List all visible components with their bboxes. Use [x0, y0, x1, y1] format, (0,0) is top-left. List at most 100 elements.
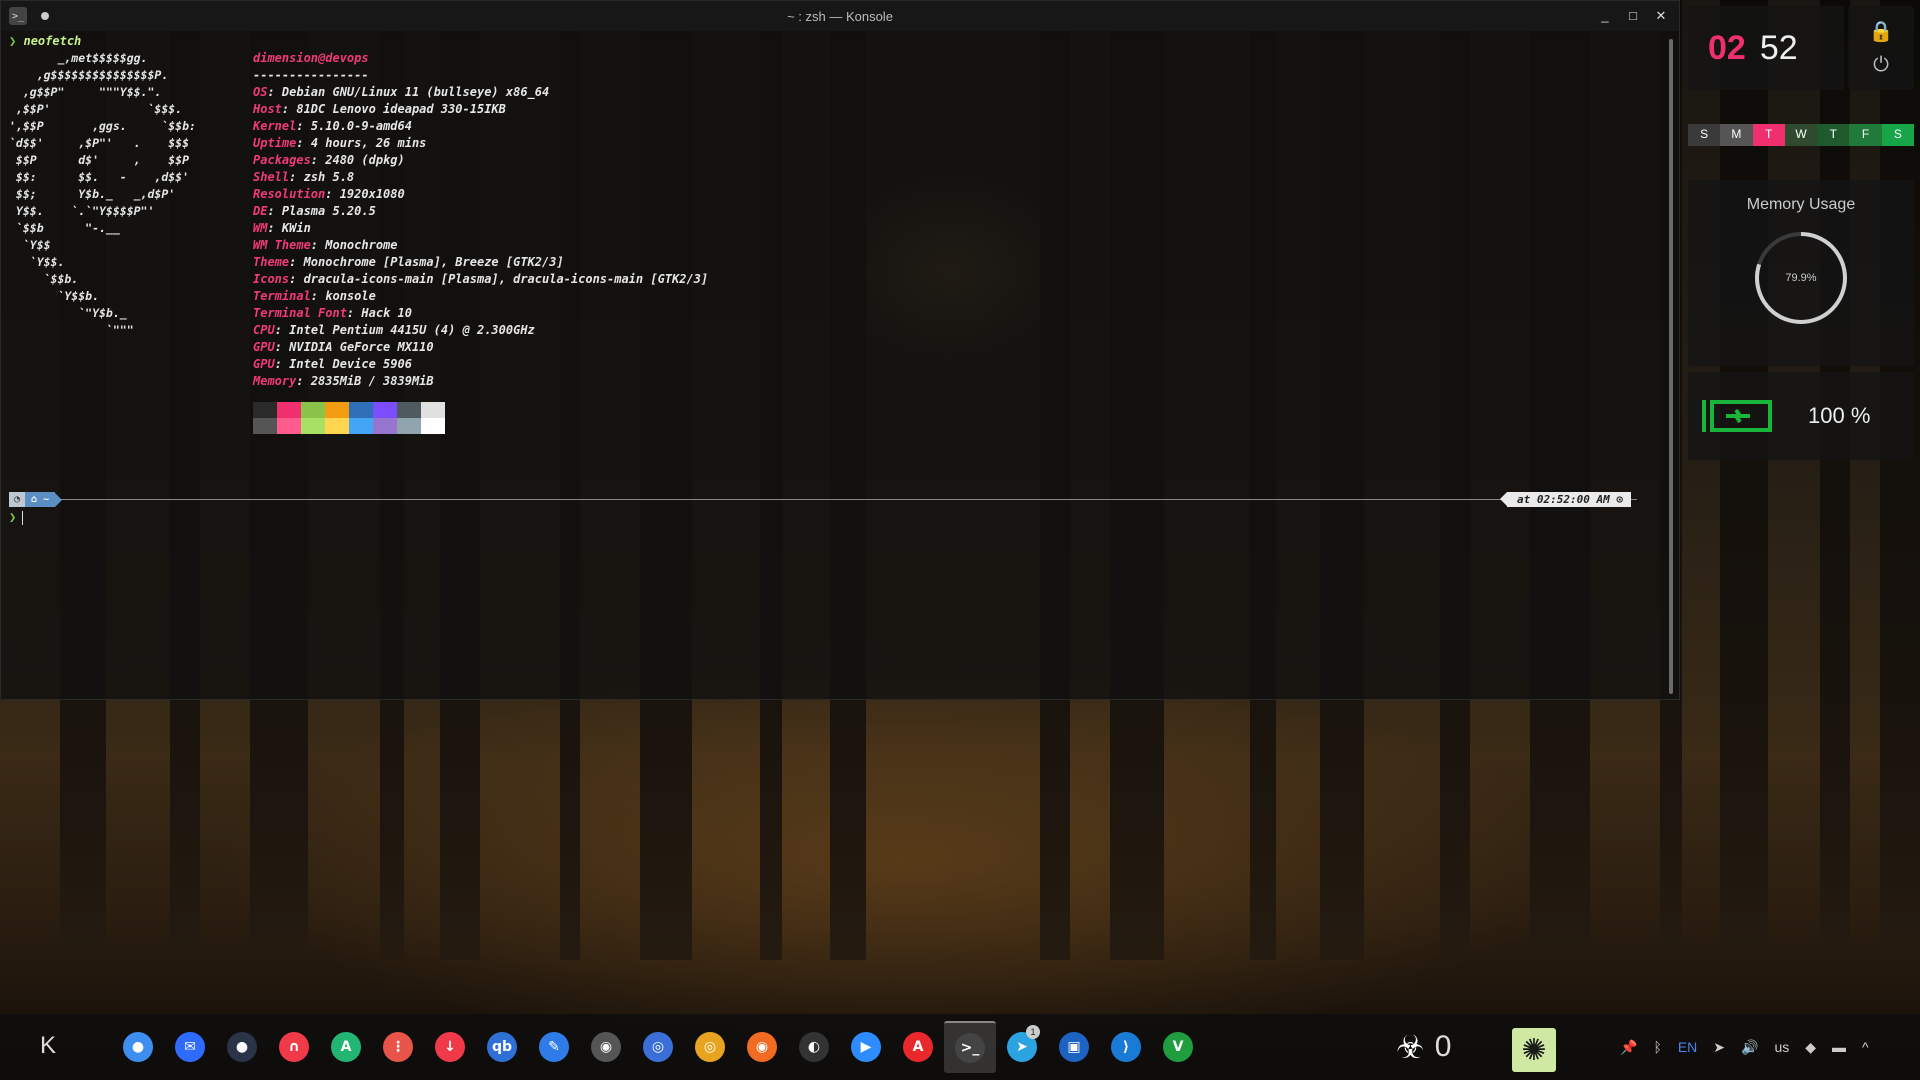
fan-icon[interactable]: ✺	[1512, 1028, 1556, 1072]
ascii-line: $$P d$' , $$P	[9, 153, 190, 167]
ascii-line: `Y$$	[9, 238, 51, 252]
dark-app-icon: ●	[227, 1032, 257, 1062]
konsole-app-button[interactable]: >_	[944, 1021, 996, 1073]
mail-app-button[interactable]: ✉	[164, 1021, 216, 1073]
color-swatch	[325, 418, 349, 434]
firefox-app-button[interactable]: ◉	[736, 1021, 788, 1073]
qbittorrent-app-button[interactable]: qb	[476, 1021, 528, 1073]
lock-icon[interactable]: 🔒	[1869, 19, 1894, 44]
arch-app-icon: A	[331, 1032, 361, 1062]
wifi-icon[interactable]: ◆	[1805, 1039, 1816, 1056]
info-value: Monochrome	[325, 238, 398, 252]
info-row: Host: 81DC Lenovo ideapad 330-15IKB	[253, 102, 506, 116]
clock-minutes: 52	[1759, 28, 1798, 67]
clock-hours: 02	[1708, 28, 1746, 67]
zoom-app-icon: ▶	[851, 1032, 881, 1062]
scrollbar[interactable]	[1669, 39, 1673, 694]
memory-percent: 79.9%	[1785, 272, 1817, 284]
color-swatch	[325, 402, 349, 418]
system-info: dimension@devops ---------------- OS: De…	[253, 50, 708, 434]
task-manager: ● ✉ ● ∩ A ⋮ ↓ qb ✎ ◉ ◎ ◎ ◉ ◐ ▶ A >_ ➤ 1 ▣ ⟩ V	[112, 1014, 1204, 1080]
ascii-line: ',$$P ,ggs. `$$b:	[9, 119, 196, 133]
konsole-window[interactable]: >_ ~ : zsh — Konsole _ □ ✕ ❯ neofetch _,…	[0, 0, 1680, 700]
color-swatch	[373, 402, 397, 418]
github-app-button[interactable]: ◉	[580, 1021, 632, 1073]
acrobat-app-icon: A	[903, 1032, 933, 1062]
arch-app-button[interactable]: A	[320, 1021, 372, 1073]
info-row: Uptime: 4 hours, 26 mins	[253, 136, 427, 150]
ascii-line: `Y$$b.	[9, 289, 100, 303]
weekday-cell: T	[1817, 124, 1850, 146]
keep-above-button[interactable]	[41, 12, 49, 20]
feather-app-button[interactable]: ✎	[528, 1021, 580, 1073]
color-swatch	[349, 402, 373, 418]
maximize-button[interactable]: □	[1627, 8, 1639, 24]
terminal-area[interactable]: ❯ neofetch _,met$$$$$gg. ,g$$$$$$$$$$$$$…	[9, 33, 1659, 693]
toggle-app-button[interactable]: ●	[112, 1021, 164, 1073]
counter-widget[interactable]: ☣ 0	[1396, 1026, 1451, 1068]
minimize-button[interactable]: _	[1599, 8, 1611, 24]
app-launcher-button[interactable]: K	[28, 1026, 68, 1066]
info-key: Uptime	[253, 136, 297, 150]
info-value: Intel Device 5906	[289, 357, 412, 371]
info-value: NVIDIA GeForce MX110	[289, 340, 434, 354]
headphones-app-button[interactable]: ∩	[268, 1021, 320, 1073]
acrobat-app-button[interactable]: A	[892, 1021, 944, 1073]
language-indicator[interactable]: EN	[1678, 1039, 1697, 1055]
color-swatch	[277, 418, 301, 434]
telegram-tray-icon[interactable]: ➤	[1713, 1039, 1725, 1056]
info-key: GPU	[253, 357, 275, 371]
zoom-app-button[interactable]: ▶	[840, 1021, 892, 1073]
feather-app-icon: ✎	[539, 1032, 569, 1062]
download-app-button[interactable]: ↓	[424, 1021, 476, 1073]
weekday-cell: F	[1849, 124, 1882, 146]
pin-icon[interactable]: 📌	[1620, 1039, 1637, 1056]
info-value: 2835MiB / 3839MiB	[310, 374, 434, 388]
weekday-cell: W	[1784, 124, 1818, 146]
color-swatch	[253, 402, 277, 418]
obs-app-button[interactable]: ◐	[788, 1021, 840, 1073]
ascii-line: `"Y$b._	[9, 306, 127, 320]
info-key: WM	[253, 221, 268, 235]
system-tray: 📌 ᛒ EN ➤ 🔊 us ◆ ▬ ^	[1620, 1014, 1869, 1080]
ascii-line: $$; Y$b._ _,d$P'	[9, 187, 176, 201]
battery-percent: 100 %	[1808, 403, 1871, 428]
info-key: Resolution	[253, 187, 326, 201]
keyboard-layout[interactable]: us	[1774, 1039, 1789, 1055]
close-button[interactable]: ✕	[1655, 8, 1667, 24]
window-title: ~ : zsh — Konsole	[787, 8, 893, 24]
vim-app-button[interactable]: V	[1152, 1021, 1204, 1073]
chromium-app-button[interactable]: ◎	[632, 1021, 684, 1073]
vscode-app-button[interactable]: ⟩	[1100, 1021, 1152, 1073]
memory-title: Memory Usage	[1746, 196, 1856, 213]
vscode-app-icon: ⟩	[1111, 1032, 1141, 1062]
display-icon[interactable]: ▬	[1832, 1039, 1846, 1055]
telegram-app-button[interactable]: ➤ 1	[996, 1021, 1048, 1073]
obs-app-icon: ◐	[799, 1032, 829, 1062]
mixer-app-button[interactable]: ⋮	[372, 1021, 424, 1073]
ascii-line: _,met$$$$$gg.	[9, 51, 148, 65]
info-key: DE	[253, 204, 268, 218]
info-row: Kernel: 5.10.0-9-amd64	[253, 119, 412, 133]
info-row: DE: Plasma 5.20.5	[253, 204, 376, 218]
tray-expand-icon[interactable]: ^	[1862, 1039, 1869, 1055]
memory-widget: Memory Usage 79.9%	[1688, 180, 1914, 366]
user-host: dimension@devops	[253, 51, 369, 65]
info-key: OS	[253, 85, 268, 99]
volume-icon[interactable]: 🔊	[1741, 1039, 1758, 1056]
info-row: WM: KWin	[253, 221, 311, 235]
command-line: ❯ neofetch	[9, 33, 1659, 50]
info-row: Terminal Font: Hack 10	[253, 306, 412, 320]
power-icon[interactable]: ⏻	[1873, 54, 1889, 77]
info-value: 1920x1080	[339, 187, 405, 201]
dark-app-button[interactable]: ●	[216, 1021, 268, 1073]
virtualbox-app-button[interactable]: ▣	[1048, 1021, 1100, 1073]
info-divider: ----------------	[253, 68, 369, 82]
info-value: 5.10.0-9-amd64	[310, 119, 412, 133]
input-line[interactable]: ❯	[9, 509, 24, 526]
chrome-app-button[interactable]: ◎	[684, 1021, 736, 1073]
terminal-icon[interactable]: >_	[9, 7, 27, 25]
window-titlebar[interactable]: >_ ~ : zsh — Konsole _ □ ✕	[1, 1, 1679, 31]
bluetooth-icon[interactable]: ᛒ	[1653, 1039, 1661, 1055]
info-row: GPU: Intel Device 5906	[253, 357, 412, 371]
